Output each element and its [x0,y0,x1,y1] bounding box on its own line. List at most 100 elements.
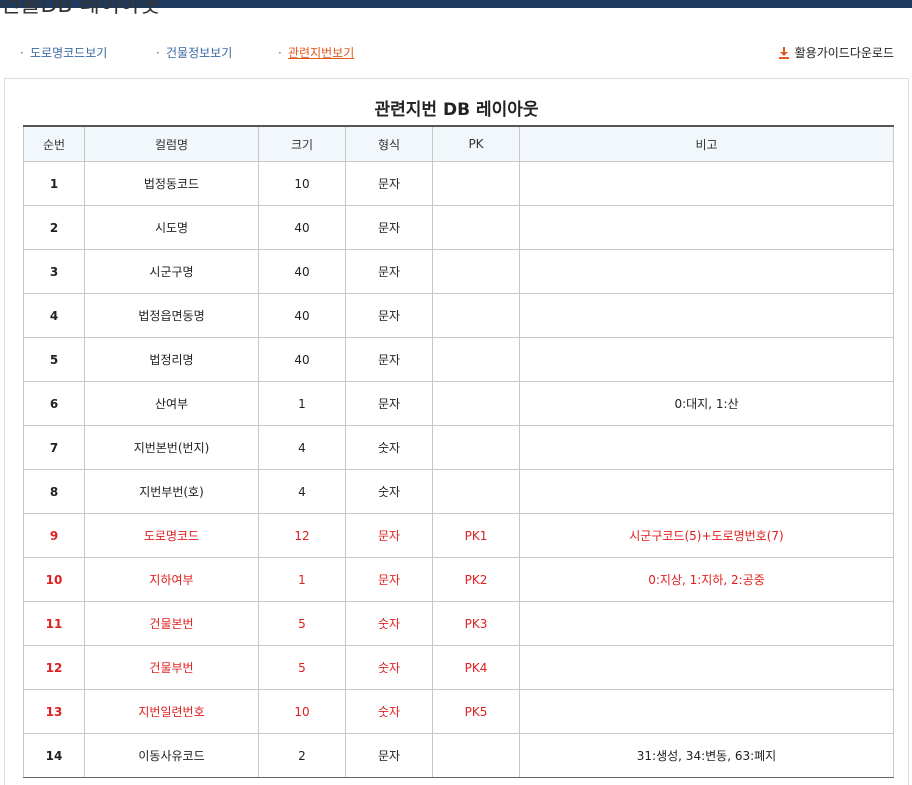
cell-no: 7 [23,425,85,470]
cell-size: 1 [258,381,346,426]
cell-name: 지번부번(호) [84,469,259,514]
layout-tabs: · 도로명코드보기 · 건물정보보기 · 관련지번보기 활용가이드다운로드 [0,44,912,64]
cell-note [519,425,894,470]
cell-size: 40 [258,337,346,382]
cell-pk: PK3 [432,601,520,646]
tab-related-lot[interactable]: · 관련지번보기 [278,44,354,62]
cell-no: 6 [23,381,85,426]
bullet-icon: · [278,46,282,60]
page-title: 건물DB 레이아웃 [0,0,161,18]
cell-size: 5 [258,645,346,690]
cell-note [519,645,894,690]
cell-size: 10 [258,689,346,734]
column-header: 컬럼명 [84,125,259,162]
cell-type: 문자 [345,205,433,250]
cell-note [519,469,894,514]
guide-download-link[interactable]: 활용가이드다운로드 [778,44,894,62]
cell-no: 1 [23,161,85,206]
cell-note: 0:대지, 1:산 [519,381,894,426]
table-row: 4 법정읍면동명 40 문자 [23,293,894,338]
cell-no: 14 [23,733,85,778]
cell-note [519,161,894,206]
cell-no: 9 [23,513,85,558]
column-header: PK [432,125,520,162]
cell-no: 5 [23,337,85,382]
cell-name: 건물부번 [84,645,259,690]
cell-note [519,205,894,250]
cell-name: 도로명코드 [84,513,259,558]
tab-label: 도로명코드보기 [30,46,108,60]
cell-note: 31:생성, 34:변동, 63:폐지 [519,733,894,778]
table-row: 6 산여부 1 문자 0:대지, 1:산 [23,381,894,426]
download-label: 활용가이드다운로드 [794,46,894,60]
cell-note [519,249,894,294]
cell-name: 법정동코드 [84,161,259,206]
cell-no: 13 [23,689,85,734]
cell-type: 문자 [345,161,433,206]
cell-pk [432,469,520,514]
cell-no: 3 [23,249,85,294]
tab-road-code[interactable]: · 도로명코드보기 [20,44,107,62]
column-header: 크기 [258,125,346,162]
column-header: 형식 [345,125,433,162]
cell-size: 40 [258,205,346,250]
table-row: 7 지번본번(번지) 4 숫자 [23,425,894,470]
cell-pk [432,249,520,294]
cell-pk: PK4 [432,645,520,690]
cell-type: 숫자 [345,425,433,470]
column-header: 순번 [23,125,85,162]
cell-note [519,689,894,734]
cell-no: 8 [23,469,85,514]
cell-type: 문자 [345,381,433,426]
cell-no: 11 [23,601,85,646]
cell-no: 12 [23,645,85,690]
cell-pk [432,381,520,426]
table-row: 8 지번부번(호) 4 숫자 [23,469,894,514]
cell-name: 건물본번 [84,601,259,646]
cell-pk [432,425,520,470]
cell-name: 지번일련번호 [84,689,259,734]
cell-size: 40 [258,249,346,294]
table-row: 10 지하여부 1 문자 PK2 0:지상, 1:지하, 2:공중 [23,557,894,602]
cell-pk [432,205,520,250]
cell-name: 법정읍면동명 [84,293,259,338]
cell-note: 시군구코드(5)+도로명번호(7) [519,513,894,558]
table-row: 11 건물본번 5 숫자 PK3 [23,601,894,646]
cell-pk [432,161,520,206]
cell-type: 문자 [345,557,433,602]
cell-type: 숫자 [345,689,433,734]
bullet-icon: · [156,46,160,60]
cell-size: 4 [258,469,346,514]
cell-type: 문자 [345,733,433,778]
cell-size: 1 [258,557,346,602]
table-row: 13 지번일련번호 10 숫자 PK5 [23,689,894,734]
table-row: 14 이동사유코드 2 문자 31:생성, 34:변동, 63:폐지 [23,733,894,778]
cell-name: 지하여부 [84,557,259,602]
cell-size: 2 [258,733,346,778]
cell-size: 12 [258,513,346,558]
cell-size: 10 [258,161,346,206]
cell-size: 40 [258,293,346,338]
download-icon [778,47,789,59]
cell-note: 0:지상, 1:지하, 2:공중 [519,557,894,602]
table-row: 5 법정리명 40 문자 [23,337,894,382]
cell-name: 법정리명 [84,337,259,382]
cell-name: 시도명 [84,205,259,250]
cell-size: 5 [258,601,346,646]
cell-type: 숫자 [345,645,433,690]
table-row: 2 시도명 40 문자 [23,205,894,250]
panel-title: 관련지번 DB 레이아웃 [374,100,539,120]
cell-pk: PK1 [432,513,520,558]
cell-pk [432,733,520,778]
cell-type: 숫자 [345,469,433,514]
cell-type: 문자 [345,249,433,294]
tab-building-info[interactable]: · 건물정보보기 [156,44,232,62]
cell-name: 이동사유코드 [84,733,259,778]
cell-no: 10 [23,557,85,602]
table-body: 1 법정동코드 10 문자 2 시도명 40 문자 3 시군구명 40 문자 4 법정읍면동명 40 문자 5 법… [23,161,894,778]
cell-name: 산여부 [84,381,259,426]
column-header: 비고 [519,125,894,162]
cell-note [519,293,894,338]
cell-size: 4 [258,425,346,470]
table-row: 3 시군구명 40 문자 [23,249,894,294]
